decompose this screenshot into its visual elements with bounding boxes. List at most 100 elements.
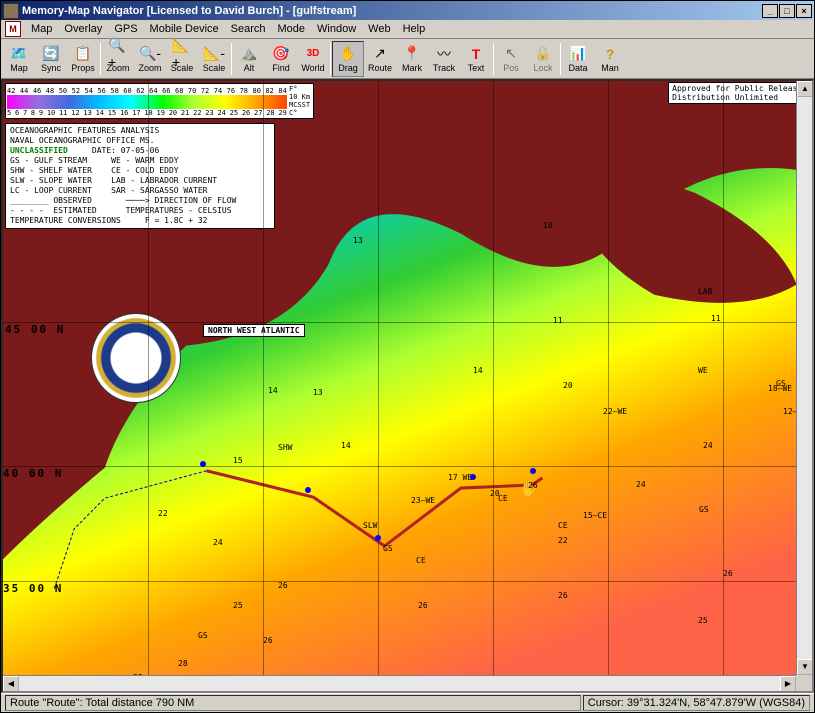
pos-icon: ↖ xyxy=(501,45,521,63)
track-button[interactable]: 〰Track xyxy=(428,41,460,77)
map-annotation: 13 xyxy=(353,236,363,245)
titlebar-text: Memory-Map Navigator [Licensed to David … xyxy=(22,5,762,17)
world-icon: 3D xyxy=(303,45,323,63)
drag-button[interactable]: ✋Drag xyxy=(332,41,364,77)
map-annotation: 13 xyxy=(313,388,323,397)
map-annotation: 22 xyxy=(158,509,168,518)
map-button[interactable]: 🗺️Map xyxy=(3,41,35,77)
close-button[interactable]: × xyxy=(796,4,812,18)
alt-button[interactable]: ⛰️Alt xyxy=(233,41,265,77)
map-annotation: 22 xyxy=(558,536,568,545)
route-button[interactable]: ↗Route xyxy=(364,41,396,77)
menu-help[interactable]: Help xyxy=(397,21,432,37)
scaleup-button[interactable]: 📐+Scale xyxy=(166,41,198,77)
horizontal-scrollbar[interactable]: ◀ ▶ xyxy=(3,675,796,691)
sync-button[interactable]: 🔄Sync xyxy=(35,41,67,77)
legend-extra: 10 Km MCSST xyxy=(289,93,310,109)
map-annotation: 26 xyxy=(278,581,288,590)
map-viewport[interactable]: 4244464850525456586062646668707274767880… xyxy=(1,79,814,693)
menu-mode[interactable]: Mode xyxy=(272,21,312,37)
waypoint[interactable] xyxy=(530,468,536,474)
map-annotation: CE xyxy=(416,556,426,565)
scroll-right-button[interactable]: ▶ xyxy=(780,676,796,692)
scaleup-icon: 📐+ xyxy=(172,45,192,63)
map-annotation: 23—WE xyxy=(411,496,435,505)
vertical-scrollbar[interactable]: ▲ ▼ xyxy=(796,81,812,675)
map-annotation: 24 xyxy=(636,480,646,489)
menu-map[interactable]: Map xyxy=(25,21,58,37)
route-icon: ↗ xyxy=(370,45,390,63)
drag-icon: ✋ xyxy=(338,45,358,63)
minimize-button[interactable]: _ xyxy=(762,4,778,18)
map-annotation: GS xyxy=(198,631,208,640)
track-icon: 〰 xyxy=(434,45,454,63)
mark-button[interactable]: 📍Mark xyxy=(396,41,428,77)
menu-web[interactable]: Web xyxy=(362,21,396,37)
map-annotation: 17 WE xyxy=(448,473,472,482)
lat-35n: 35 00 N xyxy=(3,582,63,595)
status-cursor: Cursor: 39°31.324'N, 58°47.879'W (WGS84) xyxy=(583,695,810,711)
waypoint[interactable] xyxy=(305,487,311,493)
props-button[interactable]: 📋Props xyxy=(67,41,99,77)
sync-icon: 🔄 xyxy=(41,45,61,63)
world-button[interactable]: 3DWorld xyxy=(297,41,329,77)
pos-button: ↖Pos xyxy=(495,41,527,77)
legend-c-unit: C° xyxy=(289,109,310,117)
lock-button: 🔒Lock xyxy=(527,41,559,77)
lat-40n: 40 00 N xyxy=(3,467,63,480)
scroll-up-button[interactable]: ▲ xyxy=(797,81,813,97)
scroll-left-button[interactable]: ◀ xyxy=(3,676,19,692)
zoomout-button[interactable]: 🔍-Zoom xyxy=(134,41,166,77)
mark-icon: 📍 xyxy=(402,45,422,63)
data-button[interactable]: 📊Data xyxy=(562,41,594,77)
map-annotation: 25 xyxy=(233,601,243,610)
props-icon: 📋 xyxy=(73,45,93,63)
waypoint[interactable] xyxy=(200,461,206,467)
release-statement: Approved for Public Release: Distributio… xyxy=(668,82,811,104)
map-annotation: 26 xyxy=(418,601,428,610)
menu-window[interactable]: Window xyxy=(311,21,362,37)
map-annotation: 14 xyxy=(473,366,483,375)
map-annotation: GS xyxy=(699,505,709,514)
map-annotation: 28 xyxy=(178,659,188,668)
map-annotation: 20 xyxy=(563,381,573,390)
zoomin-icon: 🔍+ xyxy=(108,45,128,63)
map-annotation: 15 xyxy=(233,456,243,465)
map-annotation: CE xyxy=(558,521,568,530)
map-annotation: LAB xyxy=(698,287,712,296)
map-annotation: 11 xyxy=(553,316,563,325)
menu-app-icon[interactable]: M xyxy=(5,21,21,37)
zoomin-button[interactable]: 🔍+Zoom xyxy=(102,41,134,77)
zoomout-icon: 🔍- xyxy=(140,45,160,63)
app-icon xyxy=(3,3,19,19)
map-annotation: WE xyxy=(698,366,708,375)
menu-mobile-device[interactable]: Mobile Device xyxy=(144,21,225,37)
map-annotation: 24 xyxy=(213,538,223,547)
data-icon: 📊 xyxy=(568,45,588,63)
menu-search[interactable]: Search xyxy=(225,21,272,37)
legend-f-unit: F° xyxy=(289,85,310,93)
info-box: OCEANOGRAPHIC FEATURES ANALYSISNAVAL OCE… xyxy=(5,123,275,229)
menu-overlay[interactable]: Overlay xyxy=(58,21,108,37)
map-annotation: 25 xyxy=(698,616,708,625)
color-legend: 4244464850525456586062646668707274767880… xyxy=(5,83,314,119)
text-button[interactable]: TText xyxy=(460,41,492,77)
toolbar: 🗺️Map🔄Sync📋Props🔍+Zoom🔍-Zoom📐+Scale📐-Sca… xyxy=(1,39,814,79)
waypoint[interactable] xyxy=(375,535,381,541)
map-annotation: 18—WE xyxy=(768,384,792,393)
text-icon: T xyxy=(466,45,486,63)
man-icon: ? xyxy=(600,45,620,63)
lat-45n: 45 00 N xyxy=(3,323,67,336)
scaledown-button[interactable]: 📐-Scale xyxy=(198,41,230,77)
menu-gps[interactable]: GPS xyxy=(108,21,143,37)
man-button[interactable]: ?Man xyxy=(594,41,626,77)
scroll-down-button[interactable]: ▼ xyxy=(797,659,813,675)
titlebar: Memory-Map Navigator [Licensed to David … xyxy=(1,1,814,20)
map-annotation: 14 xyxy=(268,386,278,395)
map-annotation: GS xyxy=(383,544,393,553)
maximize-button[interactable]: □ xyxy=(779,4,795,18)
lock-icon: 🔒 xyxy=(533,45,553,63)
find-button[interactable]: 🎯Find xyxy=(265,41,297,77)
status-route: Route "Route": Total distance 790 NM xyxy=(5,695,581,711)
map-annotation: 11 xyxy=(711,314,721,323)
